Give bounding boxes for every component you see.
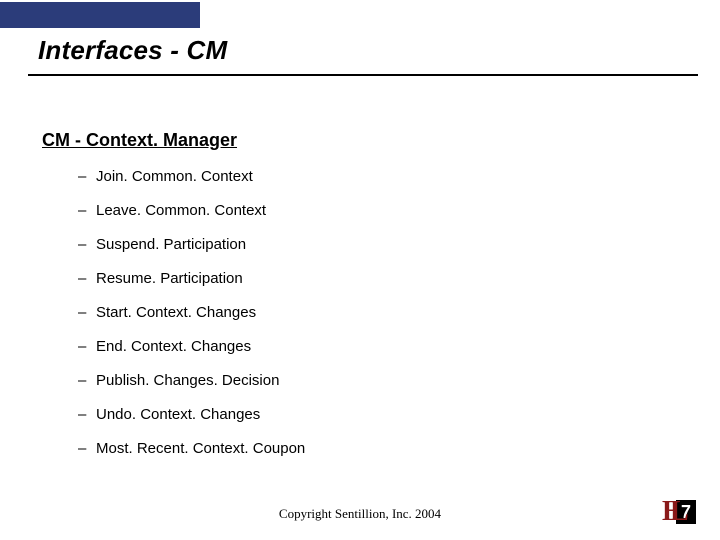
list-item: – Join. Common. Context [78, 168, 638, 186]
bullet-dash: – [78, 236, 96, 254]
bullet-dash: – [78, 202, 96, 220]
hl7-logo: H 7 L [662, 500, 698, 526]
slide: Interfaces - CM CM - Context. Manager – … [0, 0, 720, 540]
list-item-label: Join. Common. Context [96, 168, 253, 186]
copyright-footer: Copyright Sentillion, Inc. 2004 [0, 506, 720, 522]
list-item-label: Suspend. Participation [96, 236, 246, 254]
list-item: – Start. Context. Changes [78, 304, 638, 322]
list-item: – Publish. Changes. Decision [78, 372, 638, 390]
list-item-label: Resume. Participation [96, 270, 243, 288]
logo-letter-l: L [670, 498, 689, 526]
list-item-label: Most. Recent. Context. Coupon [96, 440, 305, 458]
list-item-label: Undo. Context. Changes [96, 406, 260, 424]
bullet-dash: – [78, 168, 96, 186]
list-item: – Suspend. Participation [78, 236, 638, 254]
bullet-dash: – [78, 406, 96, 424]
bullet-dash: – [78, 372, 96, 390]
list-item-label: Leave. Common. Context [96, 202, 266, 220]
list-item: – Undo. Context. Changes [78, 406, 638, 424]
top-banner [0, 2, 200, 28]
list-item: – Leave. Common. Context [78, 202, 638, 220]
list-item-label: End. Context. Changes [96, 338, 251, 356]
bullet-dash: – [78, 270, 96, 288]
bullet-dash: – [78, 304, 96, 322]
list-item: – Resume. Participation [78, 270, 638, 288]
bullet-dash: – [78, 440, 96, 458]
slide-title: Interfaces - CM [38, 35, 698, 66]
section-subtitle: CM - Context. Manager [42, 130, 237, 151]
title-underline [28, 74, 698, 76]
list-item: – Most. Recent. Context. Coupon [78, 440, 638, 458]
list-item-label: Start. Context. Changes [96, 304, 256, 322]
title-wrap: Interfaces - CM [38, 35, 698, 66]
list-item-label: Publish. Changes. Decision [96, 372, 279, 390]
method-list: – Join. Common. Context – Leave. Common.… [78, 168, 638, 474]
list-item: – End. Context. Changes [78, 338, 638, 356]
bullet-dash: – [78, 338, 96, 356]
